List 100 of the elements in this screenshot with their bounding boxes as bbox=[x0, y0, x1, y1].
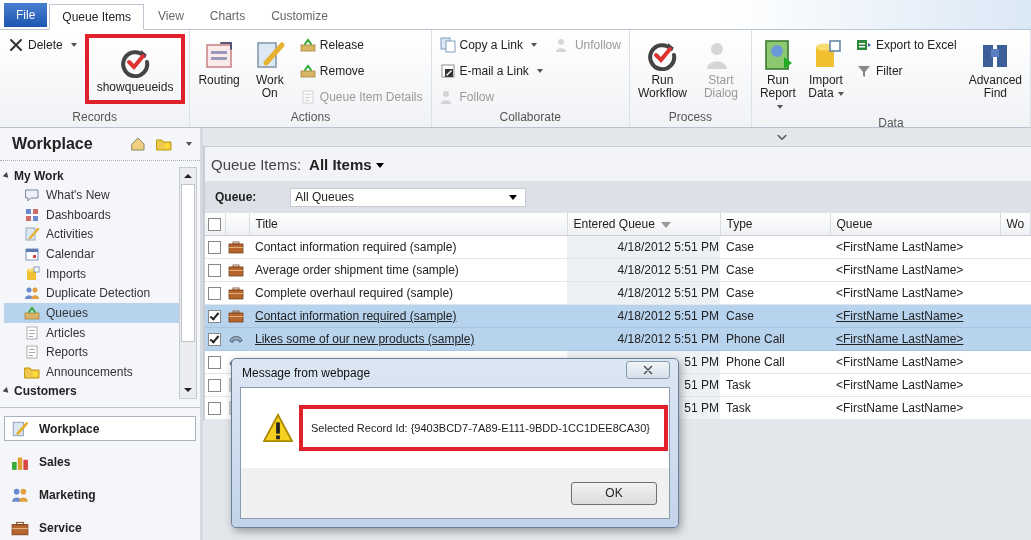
section-header[interactable]: My Work bbox=[4, 167, 179, 185]
sidebar-item[interactable]: Calendar bbox=[4, 244, 179, 264]
briefcase-icon bbox=[228, 285, 244, 301]
date-cell: 4/18/2012 5:51 PM bbox=[617, 286, 719, 300]
ribbon-button[interactable]: Work On bbox=[247, 34, 292, 102]
ribbon-button[interactable]: Delete bbox=[4, 34, 81, 55]
group-label: Collaborate bbox=[498, 109, 562, 126]
ribbon-tab[interactable]: Customize bbox=[259, 3, 340, 29]
ribbon-tab[interactable]: File bbox=[4, 3, 48, 27]
ribbon-button[interactable]: showqueueids bbox=[84, 34, 186, 104]
row-checkbox[interactable] bbox=[208, 378, 221, 392]
column-header[interactable]: Wo bbox=[1000, 213, 1031, 236]
nav-item[interactable]: Sales bbox=[4, 449, 196, 474]
people-icon bbox=[24, 285, 40, 302]
type-cell: Case bbox=[726, 309, 754, 323]
ribbon-button[interactable]: E-mail a Link bbox=[435, 60, 547, 81]
row-checkbox[interactable] bbox=[208, 240, 221, 254]
ribbon-button[interactable]: Remove bbox=[295, 60, 427, 81]
nav-item[interactable]: Service bbox=[4, 515, 196, 540]
column-header[interactable]: Title bbox=[249, 213, 567, 236]
sidebar-item[interactable]: Queues bbox=[4, 303, 179, 323]
ribbon-button[interactable]: Filter bbox=[851, 60, 961, 81]
row-checkbox[interactable] bbox=[208, 263, 221, 277]
dialog-title: Message from webpage bbox=[242, 366, 371, 380]
ribbon-tab[interactable]: View bbox=[146, 3, 196, 29]
queue-dropdown[interactable]: All Queues bbox=[290, 187, 527, 207]
briefcase-icon bbox=[228, 262, 244, 278]
title-cell: Complete overhaul required (sample) bbox=[255, 286, 454, 300]
scrollbar[interactable] bbox=[179, 167, 197, 399]
pencil-icon bbox=[24, 226, 40, 243]
document-icon bbox=[24, 344, 40, 361]
ribbon-button[interactable]: Advanced Find bbox=[964, 34, 1026, 102]
ok-button[interactable]: OK bbox=[571, 481, 657, 505]
close-icon bbox=[641, 363, 655, 377]
tray-icon bbox=[299, 62, 316, 79]
title-cell: Average order shipment time (sample) bbox=[255, 263, 459, 277]
date-cell: 4/18/2012 5:51 PM bbox=[617, 263, 719, 277]
ribbon-button[interactable]: Routing bbox=[194, 34, 244, 89]
date-cell: 4/18/2012 5:51 PM bbox=[617, 240, 719, 254]
view-label: Queue Items: bbox=[211, 155, 302, 173]
group-label: Records bbox=[71, 109, 119, 126]
ribbon-tab[interactable]: Queue Items bbox=[49, 4, 145, 30]
caret-icon bbox=[186, 142, 192, 146]
queue-cell: <FirstName LastName> bbox=[836, 263, 964, 277]
briefcase-icon bbox=[228, 239, 244, 255]
row-checkbox[interactable] bbox=[208, 332, 221, 346]
column-header[interactable]: Entered Queue bbox=[567, 213, 720, 236]
date-cell: 4/18/2012 5:51 PM bbox=[617, 309, 719, 323]
section-header[interactable]: Customers bbox=[4, 381, 179, 400]
queue-cell: <FirstName LastName> bbox=[836, 240, 964, 254]
column-header[interactable]: Queue bbox=[830, 213, 1000, 236]
row-checkbox[interactable] bbox=[208, 309, 221, 323]
sidebar-item[interactable]: Dashboards bbox=[4, 204, 179, 225]
warning-icon bbox=[263, 413, 293, 443]
sidebar-item[interactable]: Reports bbox=[4, 342, 179, 363]
queue-cell: <FirstName LastName> bbox=[836, 286, 964, 300]
sidebar-item[interactable]: Activities bbox=[4, 224, 179, 245]
ribbon-tab[interactable]: Charts bbox=[197, 3, 258, 29]
type-cell: Phone Call bbox=[726, 332, 785, 346]
ribbon-button[interactable]: Release bbox=[295, 34, 427, 55]
date-cell: 4/18/2012 5:51 PM bbox=[617, 332, 719, 346]
view-selector[interactable]: All Items bbox=[309, 155, 384, 173]
row-checkbox[interactable] bbox=[208, 401, 221, 415]
dialog-message: Selected Record Id: {9403BCD7-7A89-E111-9BDD-1CC1DEE8CA30} bbox=[299, 405, 668, 451]
queue-cell: <FirstName LastName> bbox=[836, 401, 964, 415]
ribbon-button[interactable]: Run Report bbox=[755, 34, 800, 115]
tray-icon bbox=[24, 304, 40, 321]
speech-bubble-icon bbox=[24, 186, 40, 203]
row-checkbox[interactable] bbox=[208, 286, 221, 300]
ribbon-button[interactable]: Import Data bbox=[803, 34, 848, 102]
nav-item[interactable]: Workplace bbox=[4, 416, 196, 441]
document-icon bbox=[299, 88, 316, 105]
folder-icon bbox=[156, 136, 172, 152]
type-cell: Case bbox=[726, 240, 754, 254]
column-header[interactable]: Type bbox=[720, 213, 830, 236]
sidebar-item[interactable]: Imports bbox=[4, 263, 179, 284]
ribbon-button[interactable]: Copy a Link bbox=[435, 34, 547, 55]
group-label: Actions bbox=[289, 109, 332, 126]
date-cell: 51 PM bbox=[684, 401, 719, 415]
sidebar-item[interactable]: Articles bbox=[4, 322, 179, 343]
nav-item[interactable]: Marketing bbox=[4, 482, 196, 507]
group-label: Data bbox=[877, 115, 905, 131]
type-cell: Phone Call bbox=[726, 355, 785, 369]
sidebar-item[interactable]: What's New bbox=[4, 185, 179, 205]
date-cell: 51 PM bbox=[684, 355, 719, 369]
filter-label: Queue: bbox=[215, 190, 257, 204]
home-icon bbox=[130, 136, 146, 152]
row-checkbox[interactable] bbox=[208, 355, 221, 369]
sidebar-item[interactable]: Duplicate Detection bbox=[4, 283, 179, 304]
database-icon bbox=[24, 265, 40, 282]
select-all-checkbox[interactable] bbox=[208, 217, 221, 231]
sidebar-item[interactable]: Announcements bbox=[4, 362, 179, 382]
sidebar-title: Workplace bbox=[12, 135, 93, 153]
delete-icon bbox=[8, 36, 24, 53]
ribbon-button[interactable]: Run Workflow bbox=[633, 34, 691, 102]
close-button[interactable] bbox=[626, 361, 670, 379]
ribbon-button[interactable]: Export to Excel bbox=[851, 34, 961, 55]
document-icon bbox=[24, 324, 40, 341]
briefcase-icon bbox=[228, 308, 244, 324]
type-cell: Task bbox=[726, 378, 751, 392]
